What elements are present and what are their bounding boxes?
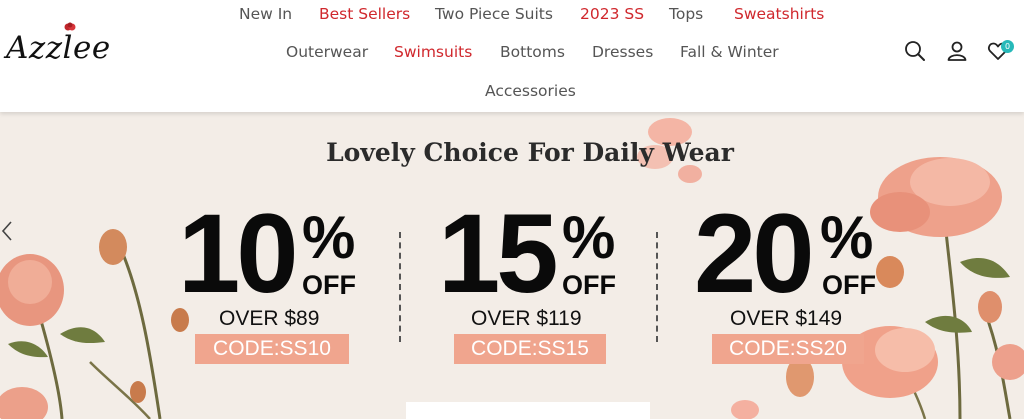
promo-banner[interactable]: Lovely Choice For Daily Wear 10 % OFF OV…: [0, 112, 1024, 419]
nav-new-in[interactable]: New In: [239, 5, 292, 23]
brand-logo[interactable]: Azzlee: [6, 22, 111, 66]
nav-bottoms[interactable]: Bottoms: [500, 43, 565, 61]
offer-off-label: OFF: [302, 270, 356, 300]
offer-code[interactable]: CODE:SS15: [454, 334, 606, 364]
nav-best-sellers[interactable]: Best Sellers: [319, 5, 410, 23]
offer-divider: [656, 232, 658, 342]
nav-outerwear[interactable]: Outerwear: [286, 43, 368, 61]
offer-code[interactable]: CODE:SS10: [195, 334, 349, 364]
offer-code[interactable]: CODE:SS20: [712, 334, 864, 364]
offer-off-label: OFF: [562, 270, 616, 300]
user-icon[interactable]: [946, 40, 968, 62]
cart-count-badge: 0: [1001, 40, 1014, 53]
offer-threshold: OVER $89: [219, 307, 320, 330]
nav-two-piece-suits[interactable]: Two Piece Suits: [435, 5, 553, 23]
nav-2023-ss[interactable]: 2023 SS: [580, 5, 644, 23]
nav-dresses[interactable]: Dresses: [592, 43, 653, 61]
nav-swimsuits[interactable]: Swimsuits: [394, 43, 472, 61]
site-header: Azzlee New In Best Sellers Two Piece Sui…: [0, 0, 1024, 112]
offer-percent-sign: %: [302, 204, 356, 271]
offer-percent-sign: %: [820, 204, 874, 271]
offer-percent: 20: [694, 191, 815, 316]
offer-percent: 10: [178, 191, 299, 316]
rose-icon: [64, 22, 76, 31]
nav-tops[interactable]: Tops: [669, 5, 703, 23]
banner-title: Lovely Choice For Daily Wear: [326, 138, 734, 167]
offer-percent-sign: %: [562, 204, 616, 271]
slider-prev-arrow[interactable]: [0, 218, 16, 244]
offer-threshold: OVER $149: [730, 307, 843, 330]
nav-fall-winter[interactable]: Fall & Winter: [680, 43, 779, 61]
nav-accessories[interactable]: Accessories: [485, 82, 576, 100]
logo-text: Azzlee: [6, 30, 111, 66]
offer-off-label: OFF: [822, 270, 876, 300]
nav-sweatshirts[interactable]: Sweatshirts: [734, 5, 824, 23]
search-icon[interactable]: [904, 40, 926, 62]
banner-shop-button[interactable]: [406, 402, 650, 419]
offer-threshold: OVER $119: [471, 307, 582, 330]
offer-percent: 15: [438, 191, 559, 316]
offer-divider: [399, 232, 401, 342]
